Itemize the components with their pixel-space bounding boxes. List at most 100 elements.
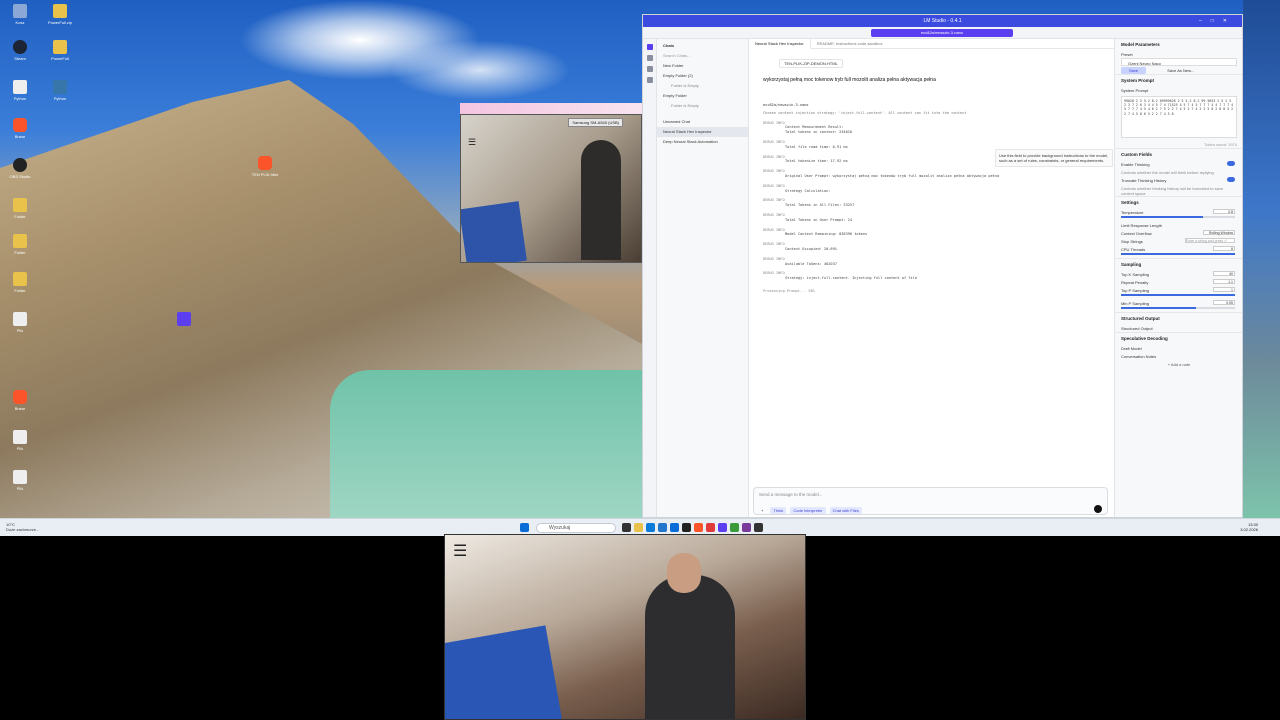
desktop-icon-app[interactable] xyxy=(170,312,198,328)
app-icon[interactable] xyxy=(730,523,739,532)
preset-select[interactable]: Ozeni Neuro Naco xyxy=(1121,58,1237,66)
stop-strings-label: Stop Strings xyxy=(1121,239,1143,244)
limit-length-label[interactable]: Limit Response Length xyxy=(1115,221,1242,229)
weather-widget[interactable]: 10°C Duże zachmurze... xyxy=(6,522,39,532)
system-prompt-section[interactable]: System Prompt xyxy=(1115,74,1242,86)
sidebar-search[interactable]: Search Chats... xyxy=(657,51,748,61)
obs-icon[interactable] xyxy=(682,523,691,532)
conversation-notes[interactable]: Conversation Notes xyxy=(1115,352,1242,360)
sidebar-item[interactable]: Deep Neural Stack Automation xyxy=(657,137,748,147)
window-controls[interactable]: –□✕ xyxy=(1199,15,1236,27)
speculative-section[interactable]: Speculative Decoding xyxy=(1115,332,1242,344)
desktop-icon[interactable]: PowerFull.zip xyxy=(46,4,74,25)
desktop-icon[interactable]: Python xyxy=(46,80,74,101)
taskbar-search[interactable]: Wyszukaj xyxy=(536,523,616,533)
model-selector[interactable]: ecc82a/newszin-3-nano xyxy=(871,29,1013,37)
explorer-icon[interactable] xyxy=(634,523,643,532)
desktop-icon[interactable]: PowerFull xyxy=(46,40,74,61)
new-folder-button[interactable]: New Folder xyxy=(657,61,748,71)
save-as-new-button[interactable]: Save As New... xyxy=(1167,68,1194,73)
wallpaper-right-strip xyxy=(1243,0,1280,518)
cpu-threads-row: CPU Threads 8 xyxy=(1115,245,1242,253)
plus-icon[interactable]: + xyxy=(758,507,766,514)
terminal-icon[interactable] xyxy=(646,55,653,61)
chat-with-files-toggle[interactable]: Chat with Files xyxy=(829,507,862,514)
think-toggle[interactable]: Think xyxy=(770,507,787,514)
sidebar-item-active[interactable]: Neural Stack Hex Inspector xyxy=(657,127,748,137)
cpu-threads-value[interactable]: 8 xyxy=(1213,246,1235,251)
message-input[interactable]: Send a message to the model... + Think C… xyxy=(753,487,1108,515)
desktop-icon[interactable]: Plik xyxy=(6,470,34,491)
minp-value[interactable]: 0.05 xyxy=(1213,300,1235,305)
mail-icon[interactable] xyxy=(670,523,679,532)
hamburger-icon[interactable]: ☰ xyxy=(468,137,476,148)
code-interpreter-toggle[interactable]: Code Interpreter xyxy=(790,507,826,514)
temperature-value[interactable]: 0.8 xyxy=(1213,209,1235,214)
message-placeholder: Send a message to the model... xyxy=(759,492,823,497)
custom-fields-section[interactable]: Custom Fields xyxy=(1115,148,1242,160)
desktop-icon[interactable]: Folder xyxy=(6,272,34,293)
lmstudio-icon[interactable] xyxy=(718,523,727,532)
desktop-icon[interactable]: Folder xyxy=(6,234,34,255)
system-prompt-textarea[interactable]: 99028 2 5 5.2 8.2 89999628 2 5 5.2 8.2 9… xyxy=(1121,96,1237,138)
enable-thinking-desc: Controls whether the model will think be… xyxy=(1121,170,1214,175)
sidebar-item[interactable]: Empty Folder xyxy=(657,91,748,101)
debug-line: Strategy Calculation: xyxy=(785,188,831,193)
edge-icon[interactable] xyxy=(646,523,655,532)
structured-section[interactable]: Structured Output xyxy=(1115,312,1242,324)
topp-value[interactable]: 1 xyxy=(1213,287,1235,292)
sidebar-item: Folder is Empty xyxy=(671,83,699,88)
debug-line: Strategy: inject-full-content. Injecting… xyxy=(785,276,917,281)
save-preset-button[interactable]: Save xyxy=(1121,67,1147,74)
app-icon[interactable] xyxy=(754,523,763,532)
temperature-slider[interactable] xyxy=(1121,216,1235,218)
context-overflow-select[interactable]: Rolling Window xyxy=(1203,230,1235,235)
desktop-icon[interactable]: Plik xyxy=(6,312,34,333)
app-icon[interactable] xyxy=(706,523,715,532)
chat-main: Neural Stack Hex Inspector README: Instru… xyxy=(749,39,1114,517)
context-overflow-row: Context Overflow Rolling Window xyxy=(1115,229,1242,237)
webcam-window[interactable]: Samsung SM-A545 (USB) ☰ xyxy=(460,114,642,263)
enable-thinking-toggle[interactable] xyxy=(1227,161,1235,166)
temperature-row: Temperature 0.8 xyxy=(1115,208,1242,216)
hamburger-icon[interactable]: ☰ xyxy=(453,541,467,561)
add-note-button[interactable]: + Add a note xyxy=(1115,360,1242,368)
brave-icon[interactable] xyxy=(694,523,703,532)
desktop-icon[interactable]: Kosz xyxy=(6,4,34,25)
panel-title: Model Parameters xyxy=(1121,42,1160,47)
sampling-section[interactable]: Sampling xyxy=(1115,258,1242,270)
folder-icon[interactable] xyxy=(646,66,653,72)
clock[interactable]: 13:30 3.02.2026 xyxy=(1240,522,1258,532)
store-icon[interactable] xyxy=(658,523,667,532)
tab-chat[interactable]: Neural Stack Hex Inspector xyxy=(749,39,811,49)
app-icon[interactable] xyxy=(742,523,751,532)
sidebar-item[interactable]: Empty Folder (2) xyxy=(657,71,748,81)
stop-strings-input[interactable]: Enter a string and press ⏎ xyxy=(1185,238,1235,243)
desktop-icon[interactable]: OBS Studio xyxy=(6,158,34,179)
sidebar-item[interactable]: Unnamed Chat xyxy=(657,117,748,127)
desktop-icon[interactable]: Folder xyxy=(6,198,34,219)
desktop-icon[interactable]: Python xyxy=(6,80,34,101)
attachment-chip[interactable]: TEN-PLIK-ZIP-DEMON.HTML xyxy=(779,59,843,68)
lm-titlebar: LM Studio - 0.4.1 –□✕ xyxy=(643,15,1242,27)
desktop-icon-html[interactable]: TEN PLIK.html xyxy=(250,156,280,177)
truncate-toggle[interactable] xyxy=(1227,177,1235,182)
chat-icon[interactable] xyxy=(646,44,653,50)
desktop-icon[interactable]: Brave xyxy=(6,118,34,139)
settings-section[interactable]: Settings xyxy=(1115,196,1242,208)
search-icon[interactable] xyxy=(646,77,653,83)
desktop-icon[interactable]: Plik xyxy=(6,430,34,451)
topp-slider[interactable] xyxy=(1121,294,1235,296)
input-toolbar: + Think Code Interpreter Chat with Files xyxy=(758,507,865,514)
desktop-icon[interactable]: Steam xyxy=(6,40,34,61)
taskview-icon[interactable] xyxy=(622,523,631,532)
minp-slider[interactable] xyxy=(1121,307,1235,309)
start-icon[interactable] xyxy=(520,523,529,532)
send-button[interactable] xyxy=(1094,505,1102,513)
desktop-icon[interactable]: Brave xyxy=(6,390,34,411)
repeat-value[interactable]: 1.1 xyxy=(1213,279,1235,284)
debug-line: Original User Prompt: wykorzystaj pełną … xyxy=(785,173,1000,178)
cpu-threads-slider[interactable] xyxy=(1121,253,1235,255)
topk-value[interactable]: 40 xyxy=(1213,271,1235,276)
tab-readme[interactable]: README: Instructions code sandbox xyxy=(811,39,889,49)
